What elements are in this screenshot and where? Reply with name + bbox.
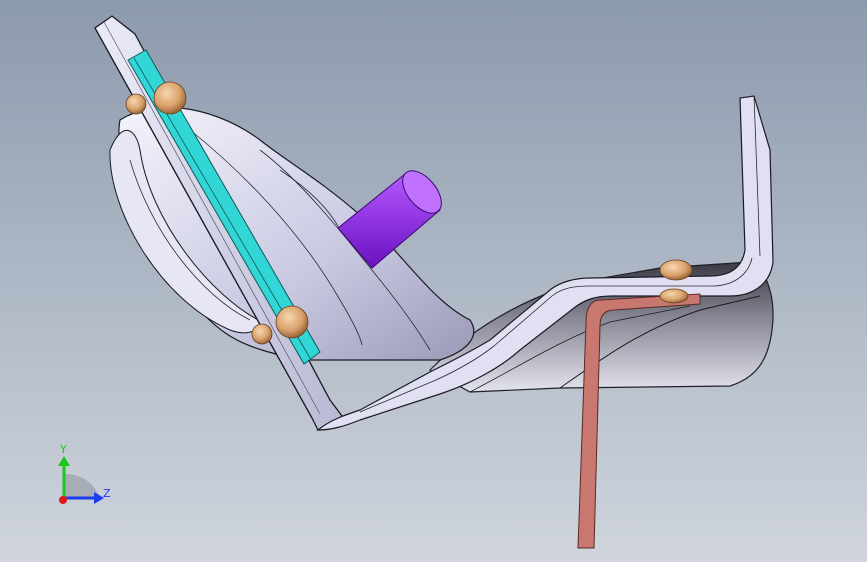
rivet-top-front	[153, 81, 187, 115]
rivet-flange-bottom	[659, 288, 689, 304]
x-axis-dot	[59, 496, 67, 504]
y-axis-label: Y	[59, 443, 67, 456]
rivet-top-back	[125, 93, 147, 115]
rivet-bottom-back	[251, 323, 273, 345]
model-canvas[interactable]: Y Z	[0, 0, 867, 562]
3d-viewport[interactable]: Y Z	[0, 0, 867, 562]
z-axis-label: Z	[103, 487, 111, 500]
rivet-flange-top	[659, 259, 693, 281]
rivet-bottom-front	[275, 305, 309, 339]
